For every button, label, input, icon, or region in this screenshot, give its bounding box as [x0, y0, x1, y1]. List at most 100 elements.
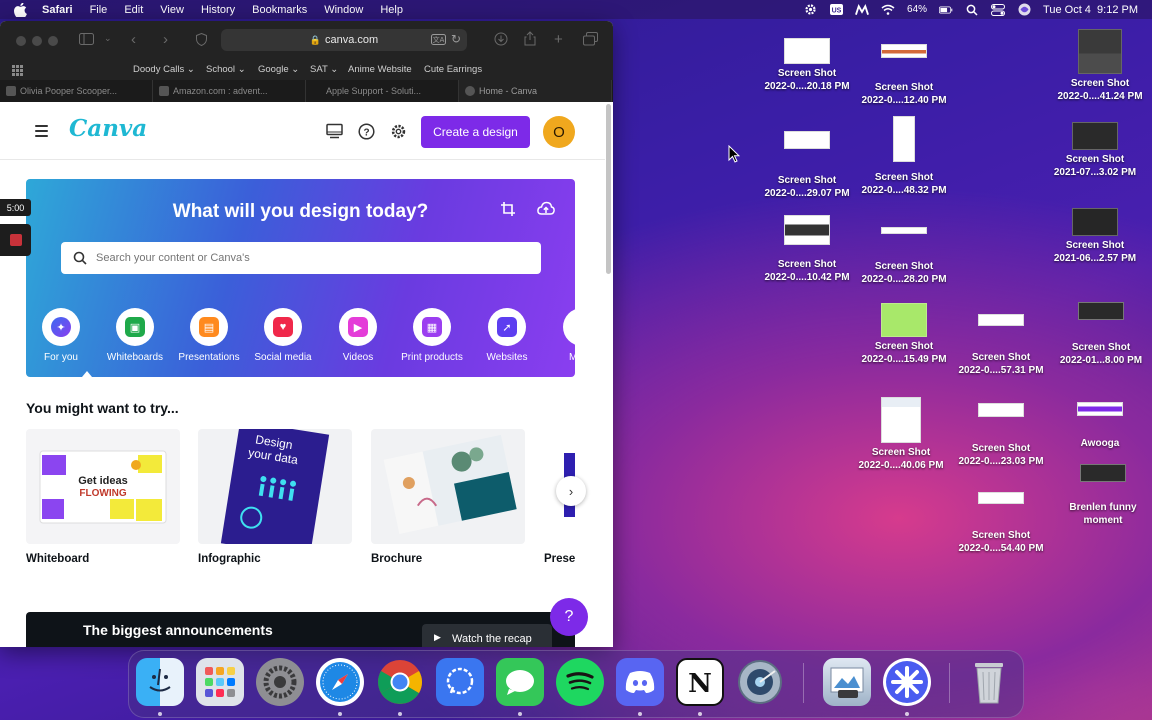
card-label-brochure[interactable]: Brochure [371, 553, 422, 565]
menu-help[interactable]: Help [380, 4, 403, 16]
card-label-whiteboard[interactable]: Whiteboard [26, 553, 89, 565]
messages-icon[interactable] [496, 658, 544, 706]
desktop-file[interactable]: Screen Shot 2022-0....12.40 PM [854, 44, 954, 107]
finder-icon[interactable] [136, 658, 184, 706]
desktop-file-awooga[interactable]: Awooga [1050, 402, 1150, 451]
card-infographic[interactable]: Design your data [198, 429, 352, 544]
system-preferences-icon[interactable] [256, 658, 304, 706]
sidebar-chevron-icon[interactable]: ⌄ [104, 33, 112, 44]
tab-home-canva[interactable]: Home - Canva [459, 80, 612, 102]
desktop-file[interactable]: Screen Shot 2022-0....41.24 PM [1050, 29, 1150, 103]
wifi-icon[interactable] [881, 3, 895, 17]
desktop-file[interactable]: Screen Shot 2022-0....29.07 PM [757, 131, 857, 200]
card-label-presentation[interactable]: Prese [544, 553, 575, 565]
desktop-file[interactable]: Screen Shot 2022-0....40.06 PM [851, 397, 951, 472]
bookmark-anime-website[interactable]: Anime Website [348, 64, 412, 75]
settings-gear-icon[interactable] [390, 123, 407, 140]
spotify-icon[interactable] [556, 658, 604, 706]
control-center-icon[interactable] [991, 3, 1006, 17]
battery-icon[interactable] [939, 3, 953, 17]
card-brochure[interactable] [371, 429, 525, 544]
desktop-file[interactable]: Screen Shot 2021-06...2.57 PM [1045, 208, 1145, 265]
category-websites[interactable]: ➚ Websites [472, 308, 542, 363]
privacy-shield-icon[interactable] [196, 32, 207, 49]
desktop-file[interactable]: Screen Shot 2021-07...3.02 PM [1045, 122, 1145, 179]
bookmark-folder-google[interactable]: Google ⌄ [258, 64, 299, 75]
share-icon[interactable] [524, 31, 536, 49]
vpn-status-icon[interactable] [855, 3, 869, 17]
apple-icon[interactable] [14, 2, 28, 17]
close-window-button[interactable] [16, 36, 26, 46]
translate-icon[interactable]: 文A [431, 34, 446, 48]
user-avatar[interactable]: O [543, 116, 575, 148]
card-label-infographic[interactable]: Infographic [198, 553, 261, 565]
perplexity-icon[interactable] [883, 658, 931, 706]
desktop-file[interactable]: Screen Shot 2022-0....28.20 PM [854, 227, 954, 286]
category-presentations[interactable]: ▤ Presentations [174, 308, 244, 363]
siri-icon[interactable] [1017, 3, 1031, 17]
desktop-file[interactable]: Screen Shot 2022-0....23.03 PM [951, 403, 1051, 468]
trash-icon[interactable] [965, 658, 1013, 706]
signal-icon[interactable] [436, 658, 484, 706]
safari-icon[interactable] [316, 658, 364, 706]
chrome-icon[interactable] [376, 658, 424, 706]
menu-safari[interactable]: Safari [42, 4, 73, 16]
desktop-file[interactable]: Screen Shot 2022-0....48.32 PM [854, 116, 954, 197]
create-design-button[interactable]: Create a design [421, 116, 530, 148]
launchpad-icon[interactable] [196, 658, 244, 706]
desktop-app-icon[interactable] [326, 123, 343, 140]
tab-apple-support[interactable]: Apple Support - Soluti... [306, 80, 459, 102]
category-more[interactable]: M [543, 308, 575, 363]
disk-utility-icon[interactable] [736, 658, 784, 706]
desktop-file[interactable]: Screen Shot 2022-0....10.42 PM [757, 215, 857, 284]
bookmark-folder-school[interactable]: School ⌄ [206, 64, 246, 75]
design-search-field[interactable] [61, 242, 541, 274]
zoom-window-button[interactable] [48, 36, 58, 46]
tab-olivia-pooper-scooper[interactable]: Olivia Pooper Scooper... [0, 80, 153, 102]
page-scrollbar[interactable] [606, 104, 611, 274]
category-print-products[interactable]: ▦ Print products [397, 308, 467, 363]
floating-help-button[interactable]: ? [550, 598, 588, 636]
custom-size-crop-icon[interactable] [500, 201, 516, 217]
sidebar-toggle-icon[interactable] [79, 33, 94, 48]
upload-cloud-icon[interactable] [537, 201, 555, 217]
spotlight-search-icon[interactable] [965, 3, 979, 17]
bookmarks-grid-icon[interactable] [12, 64, 23, 79]
notion-icon[interactable]: N [676, 658, 724, 706]
desktop-file[interactable]: Screen Shot 2022-0....20.18 PM [757, 38, 857, 93]
tab-amazon[interactable]: Amazon.com : advent... [153, 80, 306, 102]
hamburger-menu-icon[interactable] [35, 125, 48, 140]
help-circle-icon[interactable]: ? [358, 123, 375, 140]
desktop-file-brenlen[interactable]: Brenlen funny moment [1053, 464, 1152, 527]
design-search-input[interactable] [96, 252, 536, 264]
menu-bookmarks[interactable]: Bookmarks [252, 4, 307, 16]
desktop-file[interactable]: Screen Shot 2022-01...8.00 PM [1051, 302, 1151, 367]
bookmark-folder-doody-calls[interactable]: Doody Calls ⌄ [133, 64, 195, 75]
category-social-media[interactable]: ♥ Social media [248, 308, 318, 363]
discord-icon[interactable] [616, 658, 664, 706]
watch-recap-button[interactable]: ▶ Watch the recap [422, 624, 552, 647]
menu-window[interactable]: Window [324, 4, 363, 16]
desktop-file[interactable]: Screen Shot 2022-0....15.49 PM [854, 303, 954, 366]
reload-icon[interactable]: ↻ [451, 32, 461, 46]
canva-logo[interactable]: Canva [69, 115, 147, 142]
minimize-window-button[interactable] [32, 36, 42, 46]
forward-arrow-icon[interactable]: › [163, 31, 168, 48]
new-tab-icon[interactable]: + [554, 31, 563, 48]
category-videos[interactable]: ▶ Videos [323, 308, 393, 363]
preview-icon[interactable] [823, 658, 871, 706]
menu-file[interactable]: File [90, 4, 108, 16]
tab-overview-icon[interactable] [583, 32, 598, 49]
category-whiteboards[interactable]: ▣ Whiteboards [100, 308, 170, 363]
back-arrow-icon[interactable]: ‹ [131, 31, 136, 48]
menubar-clock[interactable]: Tue Oct 4 9:12 PM [1043, 4, 1138, 16]
menu-view[interactable]: View [160, 4, 184, 16]
downloads-icon[interactable] [494, 32, 508, 49]
bookmark-cute-earrings[interactable]: Cute Earrings [424, 64, 482, 75]
stop-recording-button[interactable] [0, 224, 31, 256]
desktop-file[interactable]: Screen Shot 2022-0....57.31 PM [951, 314, 1051, 377]
category-for-you[interactable]: ✦ For you [26, 308, 96, 363]
menu-edit[interactable]: Edit [124, 4, 143, 16]
menu-history[interactable]: History [201, 4, 235, 16]
carousel-next-button[interactable]: › [556, 476, 586, 506]
